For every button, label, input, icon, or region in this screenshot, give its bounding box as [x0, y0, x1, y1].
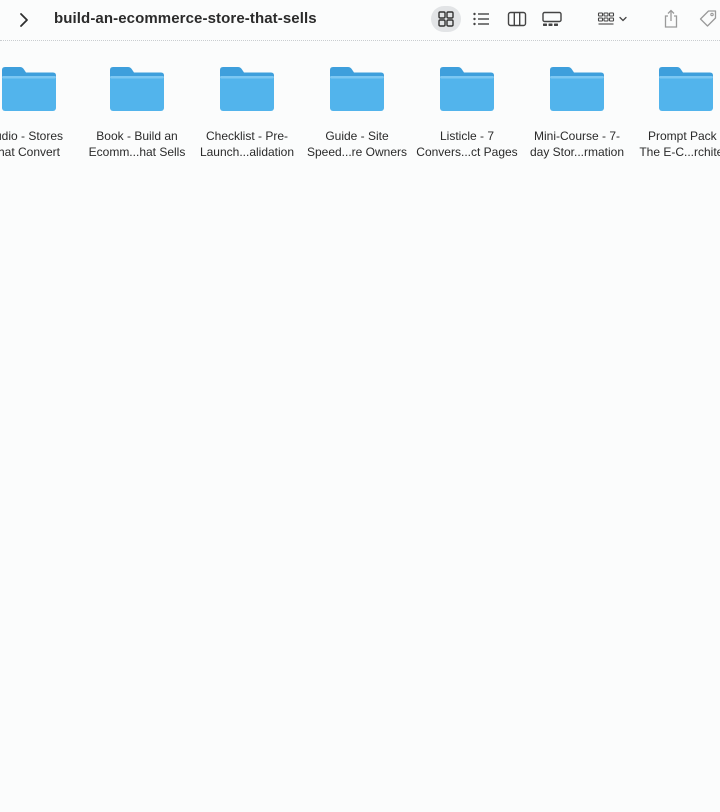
file-grid: udio - Stores hat Convert Book - Build an… — [0, 40, 720, 812]
folder-name: Checklist - Pre- Launch...alidation — [199, 129, 295, 159]
icon-view-icon — [438, 11, 454, 27]
gallery-view-icon — [542, 11, 562, 26]
folder-name: Guide - Site Speed...re Owners — [306, 129, 408, 159]
folder-item[interactable]: Prompt Pack -The E-C...rchitect — [634, 64, 720, 160]
tag-button[interactable] — [694, 6, 720, 32]
folder-name: Listicle - 7 Convers...ct Pages — [416, 129, 518, 159]
folder-name: Mini-Course - 7- day Stor...rmation — [529, 129, 625, 159]
tag-icon — [699, 10, 717, 27]
icon-view-button[interactable] — [431, 6, 461, 32]
folder-icon — [440, 67, 494, 111]
folder-item[interactable]: Checklist - Pre- Launch...alidation — [195, 64, 299, 160]
forward-button[interactable] — [12, 8, 36, 32]
folder-item[interactable]: Guide - Site Speed...re Owners — [305, 64, 409, 160]
folder-icon — [550, 67, 604, 111]
share-button[interactable] — [657, 6, 685, 32]
list-view-icon — [473, 12, 489, 26]
gallery-view-button[interactable] — [537, 6, 567, 32]
toolbar: build-an-ecommerce-store-that-sells — [0, 0, 720, 41]
folder-name: udio - Stores hat Convert — [0, 129, 64, 159]
folder-item[interactable]: udio - Stores hat Convert — [0, 64, 81, 160]
folder-item[interactable]: Book - Build an Ecomm...hat Sells — [85, 64, 189, 160]
chevron-right-icon — [20, 13, 28, 27]
folder-item[interactable]: Mini-Course - 7- day Stor...rmation — [525, 64, 629, 160]
folder-name: Prompt Pack -The E-C...rchitect — [639, 129, 720, 159]
column-view-button[interactable] — [503, 6, 531, 32]
finder-window: build-an-ecommerce-store-that-sells udio… — [0, 0, 720, 812]
folder-icon — [220, 67, 274, 111]
window-title: build-an-ecommerce-store-that-sells — [54, 10, 317, 27]
folder-icon — [330, 67, 384, 111]
folder-icon — [2, 67, 56, 111]
folder-item[interactable]: Listicle - 7 Convers...ct Pages — [415, 64, 519, 160]
folder-icon — [110, 67, 164, 111]
group-by-icon — [597, 12, 615, 25]
group-by-button[interactable] — [594, 6, 630, 32]
column-view-icon — [507, 11, 527, 27]
chevron-down-icon — [619, 16, 627, 22]
folder-name: Book - Build an Ecomm...hat Sells — [88, 129, 186, 159]
share-icon — [664, 9, 678, 28]
folder-icon — [659, 67, 713, 111]
list-view-button[interactable] — [467, 6, 495, 32]
